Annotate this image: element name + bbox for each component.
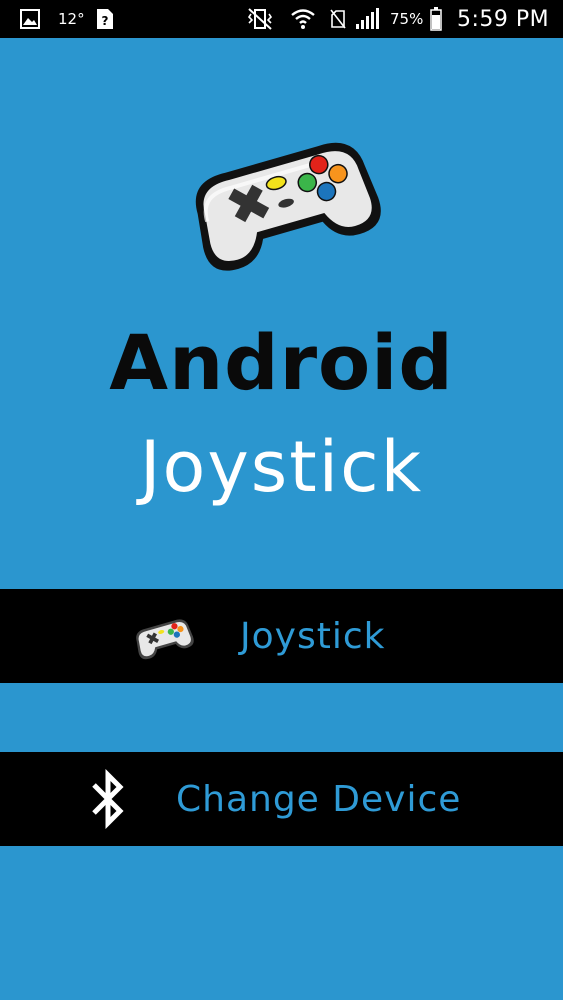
wifi-icon bbox=[290, 0, 316, 38]
joystick-button-label: Joystick bbox=[240, 615, 386, 657]
app-title-primary: Android bbox=[109, 318, 454, 407]
change-device-button[interactable]: Change Device bbox=[0, 752, 563, 846]
change-device-button-label: Change Device bbox=[176, 778, 462, 820]
bluetooth-icon bbox=[90, 752, 126, 846]
battery-icon bbox=[430, 0, 442, 38]
temperature-text: 12° bbox=[58, 10, 85, 28]
gamepad-icon bbox=[130, 589, 196, 683]
unknown-notification-icon: ? bbox=[96, 0, 114, 38]
app-title-secondary: Joystick bbox=[139, 426, 424, 508]
gamepad-icon bbox=[176, 120, 388, 272]
no-sim-icon bbox=[330, 0, 346, 38]
gallery-icon bbox=[20, 0, 40, 38]
vibrate-icon bbox=[246, 0, 274, 38]
status-bar: 12° ? 75% 5:59 PM bbox=[0, 0, 563, 38]
svg-text:?: ? bbox=[102, 14, 109, 28]
joystick-button[interactable]: Joystick bbox=[0, 589, 563, 683]
clock-text: 5:59 PM bbox=[457, 6, 550, 32]
signal-icon bbox=[355, 0, 381, 38]
battery-percent-text: 75% bbox=[390, 10, 424, 28]
